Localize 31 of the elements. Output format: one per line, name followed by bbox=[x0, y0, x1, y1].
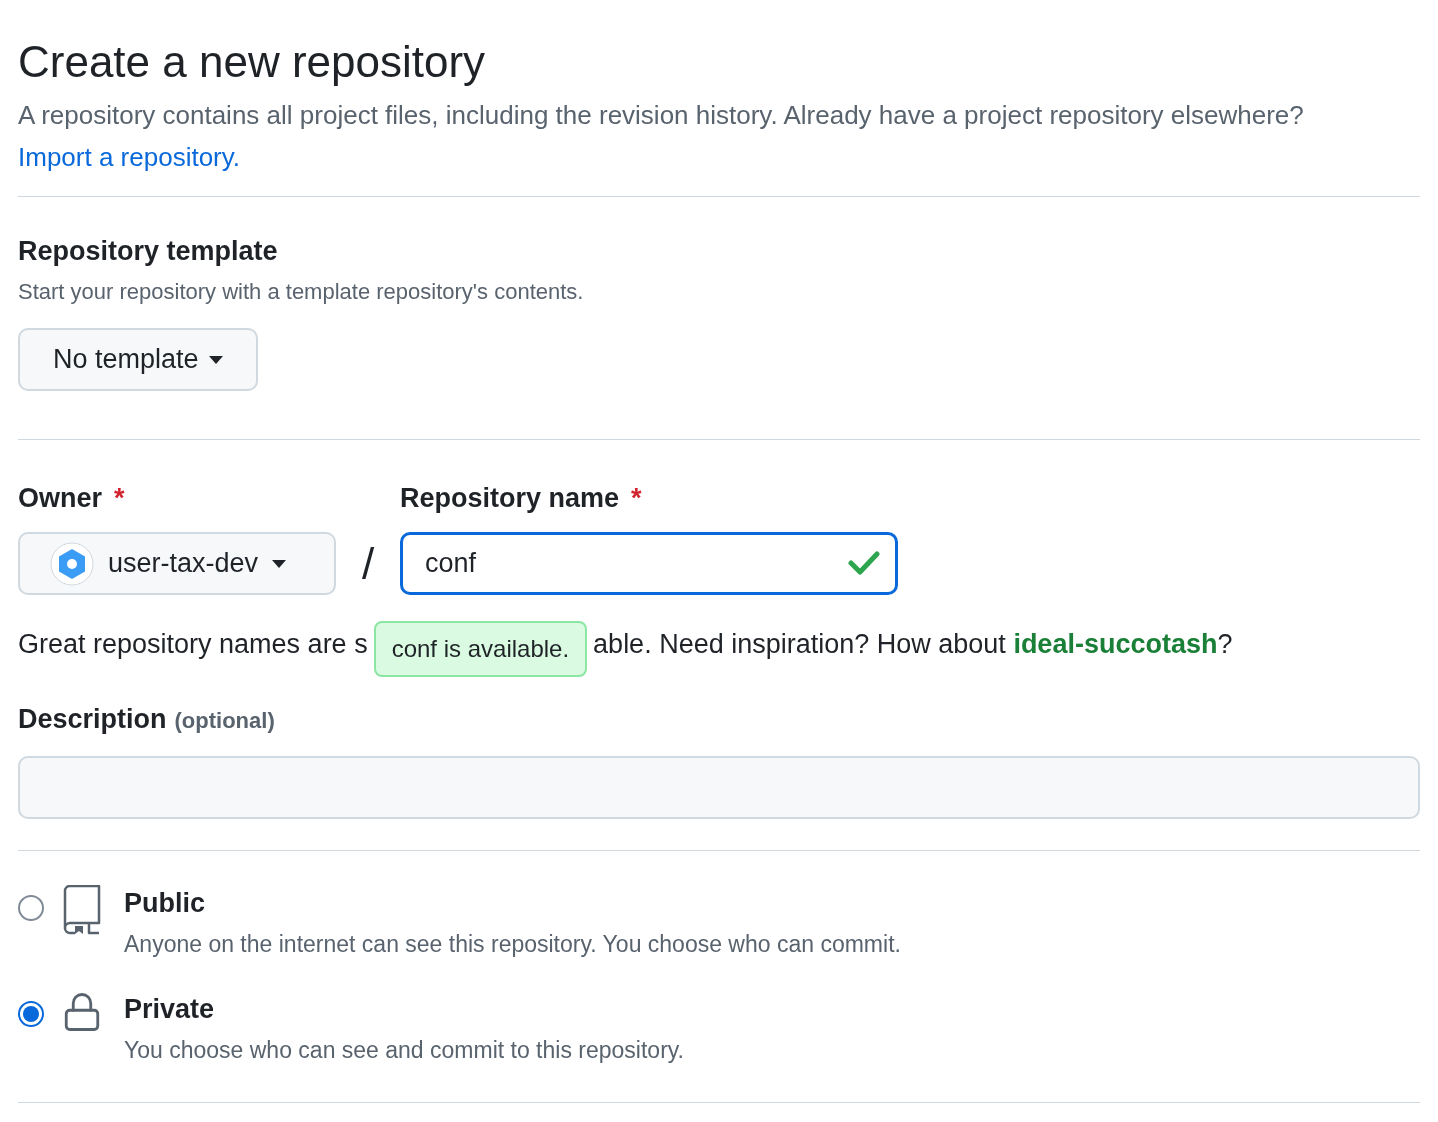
owner-dropdown[interactable]: user-tax-dev bbox=[18, 532, 336, 595]
book-icon bbox=[63, 884, 101, 935]
repo-name-label: Repository name bbox=[400, 482, 620, 515]
owner-label: Owner bbox=[18, 482, 103, 515]
suggestion-link[interactable]: ideal-succotash bbox=[1013, 628, 1218, 659]
availability-tooltip: conf is available. bbox=[373, 621, 588, 677]
path-separator: / bbox=[360, 538, 376, 590]
template-hint: Start your repository with a template repository's contents. bbox=[18, 278, 585, 306]
avatar-icon bbox=[50, 541, 94, 586]
optional-note: (optional) bbox=[174, 707, 275, 735]
template-dropdown[interactable]: No template bbox=[18, 328, 258, 391]
checkmark-icon bbox=[848, 550, 880, 576]
template-label: Repository template bbox=[18, 235, 279, 268]
visibility-description: Anyone on the internet can see this repository. You choose who can commit. bbox=[124, 929, 901, 959]
visibility-description: You choose who can see and commit to this repository. bbox=[124, 1036, 684, 1065]
radio-button[interactable] bbox=[18, 1001, 44, 1027]
caret-icon bbox=[272, 559, 287, 568]
import-link[interactable]: Import a repository. bbox=[18, 142, 241, 172]
page-title: Create a new repository bbox=[18, 36, 487, 88]
visibility-title: Private bbox=[124, 993, 216, 1026]
required-mark: * bbox=[114, 482, 125, 515]
radio-button[interactable] bbox=[18, 894, 44, 921]
hint-text: Great repository names are s bbox=[18, 627, 368, 661]
repo-name-field[interactable]: conf bbox=[400, 532, 898, 595]
caret-icon bbox=[208, 355, 223, 364]
description-label: Description bbox=[18, 703, 167, 736]
visibility-title: Public bbox=[124, 886, 206, 920]
hint-text: able. Need inspiration? How about ideal-succotash? bbox=[593, 627, 1233, 661]
description-field[interactable] bbox=[18, 755, 1420, 819]
required-mark: * bbox=[631, 482, 642, 515]
intro-text: A repository contains all project files, including the revision history. Already have a project repository elsewhere? Import a repository. bbox=[18, 99, 1305, 174]
